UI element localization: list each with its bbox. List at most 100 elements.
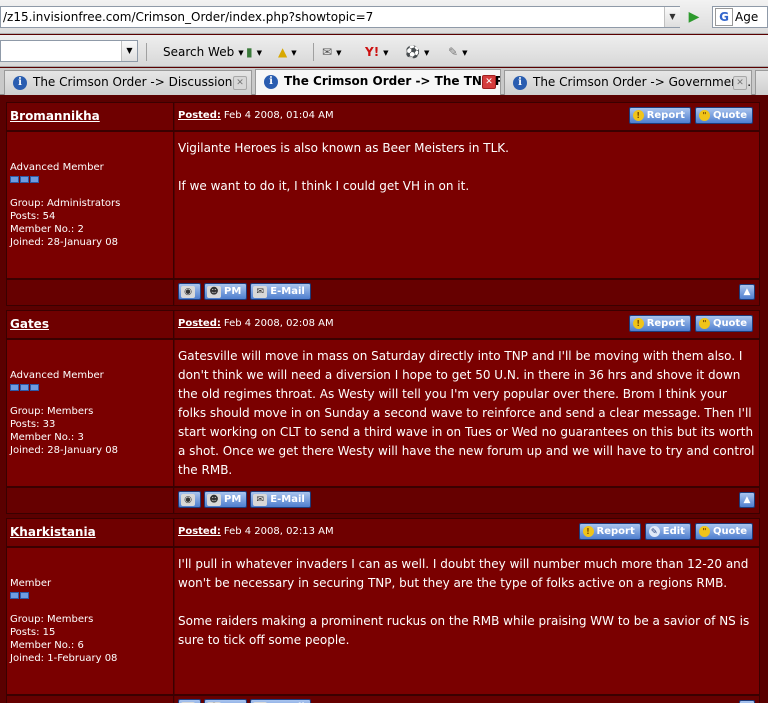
- post-body: Gatesville will move in mass on Saturday…: [178, 349, 755, 477]
- info-icon: i: [264, 75, 278, 89]
- chevron-down-icon: ▼: [256, 48, 262, 57]
- tab-label: The Crimson Order -> The TNP Pl...: [284, 74, 501, 88]
- alert-icon: !: [632, 110, 644, 121]
- report-button[interactable]: ! Report: [628, 107, 691, 124]
- member-meta: Group: Members Posts: 15 Member No.: 6 J…: [10, 614, 118, 664]
- google-search-input[interactable]: Age: [735, 10, 758, 24]
- speech-bubble-icon: ": [698, 110, 710, 121]
- profile-button[interactable]: ◉: [178, 283, 201, 300]
- address-dropdown-button[interactable]: ▼: [664, 7, 680, 27]
- search-toolbar: ▼ Search Web ▼ ▮ ▼ ▲ ▼ ✉ ▼ Y! ▼ ⚽ ▼ ✎ ▼: [0, 35, 768, 67]
- alert-icon: !: [632, 318, 644, 329]
- member-meta: Group: Administrators Posts: 54 Member N…: [10, 198, 121, 248]
- quote-button[interactable]: " Quote: [694, 315, 753, 332]
- toolbar-search-input[interactable]: [0, 40, 138, 62]
- chevron-down-icon: ▼: [291, 48, 297, 57]
- email-button[interactable]: ✉E-Mail: [250, 491, 311, 508]
- chevron-down-icon: ▼: [423, 48, 430, 57]
- author-info: Advanced Member Group: Administrators Po…: [7, 132, 174, 278]
- post-date: Posted: Feb 4 2008, 02:13 AM: [178, 526, 334, 537]
- yahoo-button[interactable]: Y! ▼: [365, 43, 389, 61]
- chevron-down-icon: ▼: [238, 48, 244, 57]
- chevron-down-icon: ▼: [336, 48, 342, 57]
- post-body: Vigilante Heroes is also known as Beer M…: [178, 141, 509, 193]
- play-arrow-icon: ▶: [688, 9, 700, 25]
- tab-government[interactable]: i The Crimson Order -> Government... ✕: [504, 70, 752, 95]
- folder-icon: ▲: [278, 45, 288, 59]
- post-footer: ◉ ☻PM ✉E-Mail ▲: [6, 695, 760, 703]
- author-info: Member Group: Members Posts: 15 Member N…: [7, 548, 174, 694]
- close-icon[interactable]: ✕: [482, 75, 496, 89]
- bookmark-button[interactable]: ▲ ▼: [278, 43, 297, 61]
- chevron-down-icon: ▼: [383, 48, 389, 57]
- toolbar-divider: [313, 43, 314, 61]
- rank-pips: [10, 176, 39, 183]
- mail-button[interactable]: ✉ ▼: [322, 43, 341, 61]
- tab-overflow[interactable]: [755, 70, 768, 95]
- author-link[interactable]: Bromannikha: [10, 109, 100, 123]
- rank-pips: [10, 384, 39, 391]
- author-link[interactable]: Kharkistania: [10, 525, 96, 539]
- post-header: Gates Posted: Feb 4 2008, 02:08 AM ! Repor…: [6, 310, 760, 339]
- camera-icon: ◉: [181, 285, 195, 298]
- post-date: Posted: Feb 4 2008, 01:04 AM: [178, 110, 334, 121]
- report-button[interactable]: ! Report: [628, 315, 691, 332]
- author-link[interactable]: Gates: [10, 317, 49, 331]
- back-to-top-button[interactable]: ▲: [739, 492, 755, 508]
- pm-button[interactable]: ☻PM: [204, 283, 248, 300]
- toolbar-search-dropdown[interactable]: ▼: [121, 41, 137, 61]
- info-icon: i: [13, 76, 27, 90]
- go-button[interactable]: ▶: [684, 7, 704, 27]
- yahoo-icon: Y!: [365, 45, 380, 59]
- speech-bubble-icon: ": [698, 526, 710, 537]
- chevron-down-icon: ▼: [462, 48, 468, 57]
- email-button[interactable]: ✉E-Mail: [250, 283, 311, 300]
- post-footer: ◉ ☻PM ✉E-Mail ▲: [6, 487, 760, 514]
- pencil-icon: ✎: [648, 526, 660, 537]
- soccer-button[interactable]: ⚽ ▼: [405, 43, 429, 61]
- post-body: I'll pull in whatever invaders I can as …: [178, 557, 750, 647]
- close-icon[interactable]: ✕: [233, 76, 247, 90]
- author-info: Advanced Member Group: Members Posts: 33…: [7, 340, 174, 486]
- tab-discussion[interactable]: i The Crimson Order -> Discussion ✕: [4, 70, 252, 95]
- post-body-row: Member Group: Members Posts: 15 Member N…: [6, 547, 760, 695]
- forum-topic: Bromannikha Posted: Feb 4 2008, 01:04 AM …: [0, 96, 768, 703]
- shield-icon: ▮: [246, 45, 253, 59]
- envelope-icon: ✉: [253, 285, 268, 298]
- edit-button[interactable]: ✎ Edit: [644, 523, 691, 540]
- address-input[interactable]: /z15.invisionfree.com/Crimson_Order/inde…: [0, 6, 680, 28]
- toolbar-divider: [146, 43, 147, 61]
- post-body-row: Advanced Member Group: Members Posts: 33…: [6, 339, 760, 487]
- pm-button[interactable]: ☻PM: [204, 491, 248, 508]
- camera-icon: ◉: [181, 493, 195, 506]
- report-button[interactable]: ! Report: [578, 523, 641, 540]
- post-footer: ◉ ☻PM ✉E-Mail ▲: [6, 279, 760, 306]
- close-icon[interactable]: ✕: [733, 76, 747, 90]
- speech-bubble-icon: ": [698, 318, 710, 329]
- eraser-icon: ✎: [448, 45, 459, 59]
- member-rank: Advanced Member: [10, 370, 104, 381]
- back-to-top-button[interactable]: ▲: [739, 284, 755, 300]
- shield-button[interactable]: ▮ ▼: [246, 43, 262, 61]
- post-header: Bromannikha Posted: Feb 4 2008, 01:04 AM …: [6, 102, 760, 131]
- tab-tnp-plan[interactable]: i The Crimson Order -> The TNP Pl... ✕: [255, 69, 501, 95]
- envelope-icon: ✉: [253, 493, 268, 506]
- envelope-icon: ✉: [322, 45, 333, 59]
- quote-button[interactable]: " Quote: [694, 523, 753, 540]
- email-button[interactable]: ✉E-Mail: [250, 699, 311, 703]
- pm-button[interactable]: ☻PM: [204, 699, 248, 703]
- arrow-up-icon: ▲: [743, 287, 751, 297]
- soccer-ball-icon: ⚽: [405, 45, 420, 59]
- tab-label: The Crimson Order -> Discussion: [33, 75, 233, 89]
- eraser-button[interactable]: ✎ ▼: [448, 43, 467, 61]
- post-header: Kharkistania Posted: Feb 4 2008, 02:13 AM…: [6, 518, 760, 547]
- tab-label: The Crimson Order -> Government...: [533, 75, 752, 89]
- profile-button[interactable]: ◉: [178, 491, 201, 508]
- member-meta: Group: Members Posts: 33 Member No.: 3 J…: [10, 406, 118, 456]
- google-search-box[interactable]: G Age: [712, 6, 768, 28]
- post-date: Posted: Feb 4 2008, 02:08 AM: [178, 318, 334, 329]
- profile-button[interactable]: ◉: [178, 699, 201, 703]
- quote-button[interactable]: " Quote: [694, 107, 753, 124]
- search-web-button[interactable]: Search Web ▼: [163, 43, 244, 61]
- rank-pips: [10, 592, 29, 599]
